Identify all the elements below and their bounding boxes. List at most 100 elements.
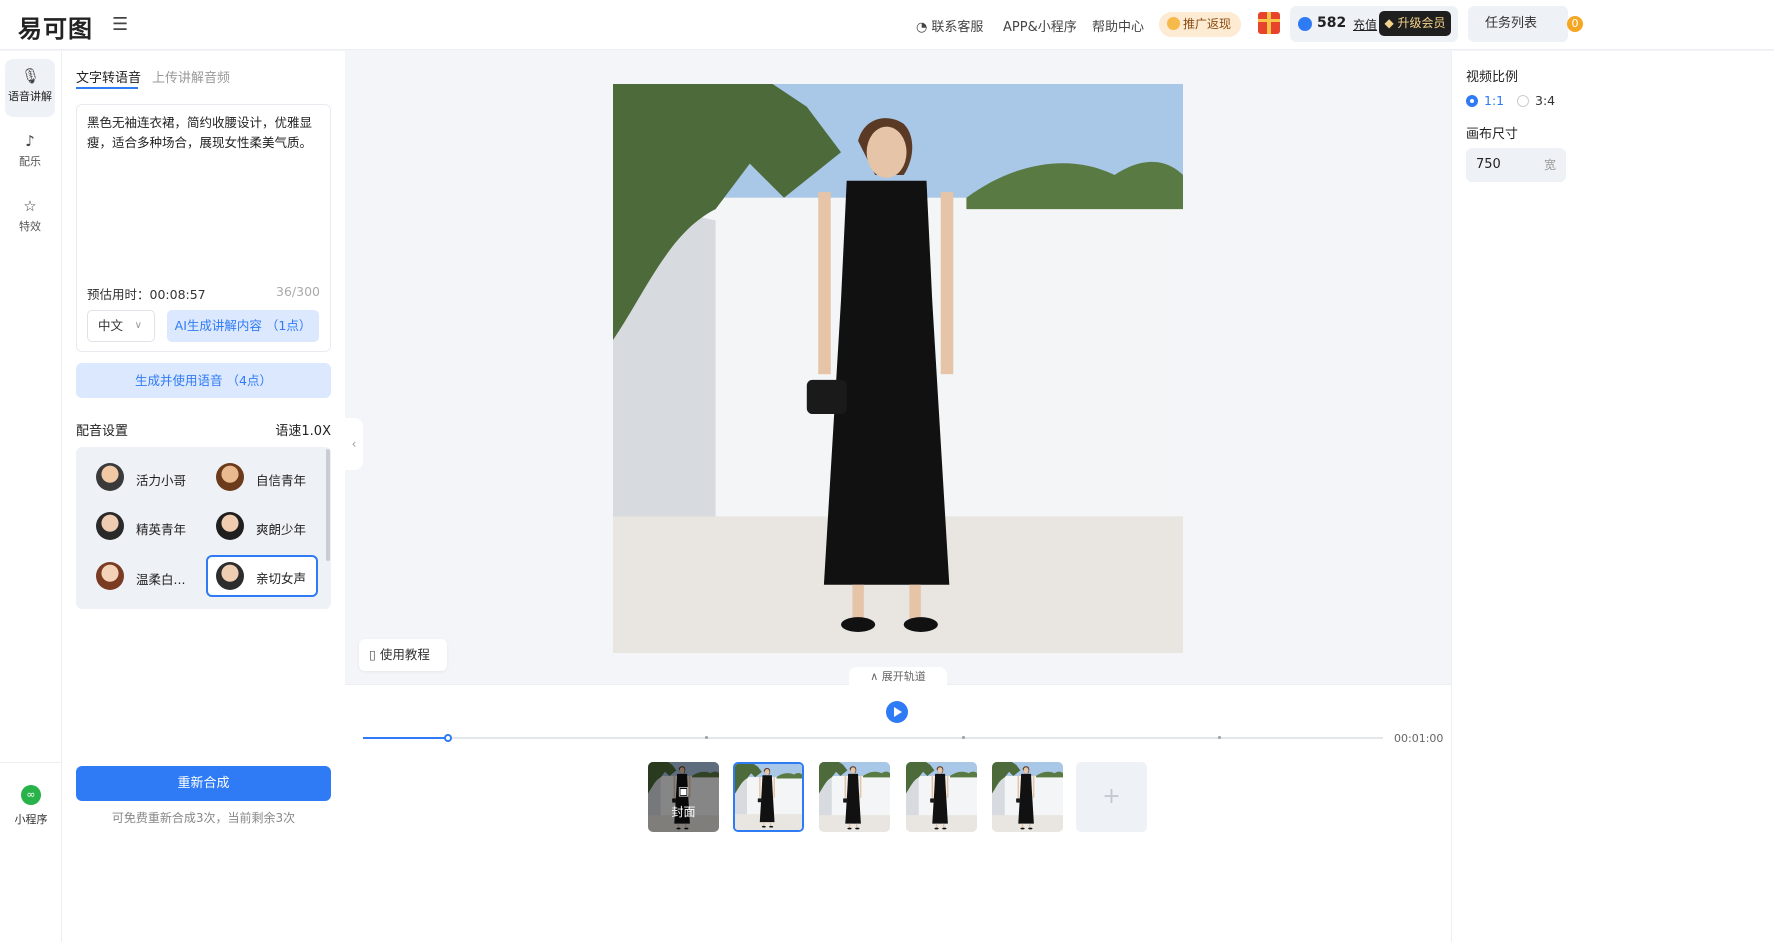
chevron-down-icon: ∨ — [134, 320, 142, 331]
recharge-link[interactable]: 充值 — [1353, 16, 1377, 33]
upgrade-label: 升级会员 — [1397, 16, 1446, 30]
thumbnail-image — [819, 762, 890, 832]
avatar — [216, 463, 244, 491]
voice-name: 自信青年 — [256, 473, 307, 488]
tts-textarea[interactable]: 黑色无袖连衣裙，简约收腰设计，优雅显瘦，适合多种场合，展现女性柔美气质。 — [87, 113, 321, 153]
voice-list-scrollbar[interactable] — [326, 449, 330, 561]
tab-upload-audio[interactable]: 上传讲解音频 — [152, 67, 230, 86]
ratio-option-1-1[interactable]: 1:1 — [1466, 93, 1504, 108]
progress-track[interactable] — [363, 734, 1383, 742]
task-count-badge: 0 — [1567, 16, 1583, 32]
menu-icon[interactable]: ☰ — [112, 14, 128, 35]
tab-underline — [76, 87, 138, 89]
add-frame-button[interactable]: + — [1076, 762, 1147, 832]
ratio-label: 1:1 — [1484, 93, 1505, 108]
thumbnail-image — [992, 762, 1063, 832]
ai-generate-button[interactable]: AI生成讲解内容 （1点） — [167, 310, 319, 342]
thumbnail-image — [735, 764, 802, 830]
estimated-time: 预估用时：00:08:57 — [87, 287, 206, 302]
speech-speed[interactable]: 语速1.0X — [275, 420, 331, 439]
tutorial-button[interactable]: ▯ 使用教程 — [359, 639, 447, 671]
width-value: 750 — [1476, 157, 1501, 172]
mini-program-button[interactable]: ∞ 小程序 — [0, 762, 62, 842]
dubbing-settings-title: 配音设置 — [76, 424, 129, 439]
task-list-button[interactable]: 任务列表 — [1468, 6, 1568, 42]
chevron-left-icon: ‹ — [351, 437, 357, 451]
radio-icon — [1517, 95, 1529, 107]
resynthesize-button[interactable]: 重新合成 — [76, 766, 331, 801]
voice-option[interactable]: 爽朗少年 — [206, 506, 318, 548]
play-button[interactable] — [886, 701, 908, 723]
frame-thumbnail[interactable] — [992, 762, 1063, 832]
expand-track-button[interactable]: ∧ 展开轨道 — [849, 667, 947, 687]
width-suffix: 宽 — [1543, 158, 1556, 172]
voice-list: 活力小哥 自信青年 精英青年 爽朗少年 温柔白... 亲切女声 — [76, 447, 331, 609]
canvas-size-title: 画布尺寸 — [1466, 127, 1519, 142]
cover-label: 封面 — [671, 805, 696, 819]
points-box: 582 充值 ◆ 升级会员 — [1290, 6, 1458, 42]
char-count: 36/300 — [276, 284, 320, 299]
voice-name: 精英青年 — [136, 522, 187, 537]
frame-thumbnail-selected[interactable] — [733, 762, 804, 832]
voice-option[interactable]: 自信青年 — [206, 457, 318, 499]
rail-item-effects[interactable]: ☆ 特效 — [5, 189, 55, 247]
contact-link[interactable]: ◔ 联系客服 — [916, 16, 983, 35]
frame-thumbnail[interactable] — [906, 762, 977, 832]
points-icon — [1298, 17, 1312, 31]
canvas-width-input[interactable]: 750 宽 — [1466, 148, 1566, 182]
voice-option[interactable]: 温柔白... — [86, 556, 198, 598]
promo-label: 推广返现 — [1183, 17, 1232, 31]
thumbnail-image — [906, 762, 977, 832]
end-time: 00:01:00 — [1394, 732, 1444, 745]
mini-program-icon: ∞ — [21, 785, 41, 805]
ratio-option-3-4[interactable]: 3:4 — [1517, 93, 1555, 108]
points-value: 582 — [1317, 15, 1347, 31]
rail-item-label: 语音讲解 — [8, 90, 52, 103]
frame-thumbnail[interactable] — [819, 762, 890, 832]
contact-label: 联系客服 — [931, 20, 984, 35]
avatar — [216, 512, 244, 540]
voice-name: 爽朗少年 — [256, 522, 307, 537]
app-logo[interactable]: 易可图 — [18, 9, 93, 44]
rail-item-voice[interactable]: 🎙︎ 语音讲解 — [5, 59, 55, 117]
generate-voice-button[interactable]: 生成并使用语音 （4点） — [76, 363, 331, 398]
coin-icon — [1167, 17, 1180, 30]
rail-item-label: 配乐 — [19, 155, 41, 168]
product-image[interactable] — [613, 84, 1183, 653]
top-header: 易可图 ☰ ◔ 联系客服 APP&小程序 帮助中心 推广返现 582 充值 ◆ 升… — [0, 0, 1774, 50]
gift-icon[interactable] — [1258, 12, 1280, 34]
dress-photo — [613, 84, 1183, 653]
left-rail: 🎙︎ 语音讲解 ♪ 配乐 ☆ 特效 ∞ 小程序 — [0, 51, 62, 942]
track-marker — [1218, 736, 1221, 739]
rail-item-label: 特效 — [19, 220, 41, 233]
voice-name: 亲切女声 — [256, 571, 307, 586]
avatar — [96, 562, 124, 590]
free-retry-note: 可免费重新合成3次，当前剩余3次 — [111, 811, 296, 825]
ratio-label: 3:4 — [1535, 93, 1556, 108]
book-icon: ▯ — [369, 647, 376, 662]
voice-option[interactable]: 活力小哥 — [86, 457, 198, 499]
rail-item-music[interactable]: ♪ 配乐 — [5, 124, 55, 182]
cover-thumbnail[interactable]: ▣ 封面 — [648, 762, 719, 832]
progress-fill — [363, 737, 448, 739]
voice-panel: 文字转语音 上传讲解音频 黑色无袖连衣裙，简约收腰设计，优雅显瘦，适合多种场合，… — [62, 51, 345, 942]
collapse-panel-button[interactable]: ‹ — [345, 418, 363, 470]
help-link[interactable]: 帮助中心 — [1092, 16, 1144, 35]
track-marker — [962, 736, 965, 739]
tutorial-label: 使用教程 — [379, 647, 430, 662]
voice-option[interactable]: 精英青年 — [86, 506, 198, 548]
promo-button[interactable]: 推广返现 — [1159, 12, 1242, 37]
language-select[interactable]: 中文 ∨ — [87, 310, 155, 342]
avatar — [96, 512, 124, 540]
upgrade-vip-button[interactable]: ◆ 升级会员 — [1379, 11, 1451, 36]
settings-panel: 视频比例 1:1 3:4 画布尺寸 750 宽 — [1451, 51, 1774, 942]
music-icon: ♪ — [25, 132, 35, 150]
voice-option-selected[interactable]: 亲切女声 — [206, 555, 318, 597]
app-link[interactable]: APP&小程序 — [1003, 16, 1077, 35]
progress-handle[interactable] — [443, 734, 452, 742]
sparkle-icon: ☆ — [23, 197, 37, 215]
avatar — [216, 562, 244, 590]
radio-icon — [1466, 95, 1478, 107]
tab-text-to-speech[interactable]: 文字转语音 — [76, 67, 141, 86]
expand-label: 展开轨道 — [881, 670, 926, 683]
